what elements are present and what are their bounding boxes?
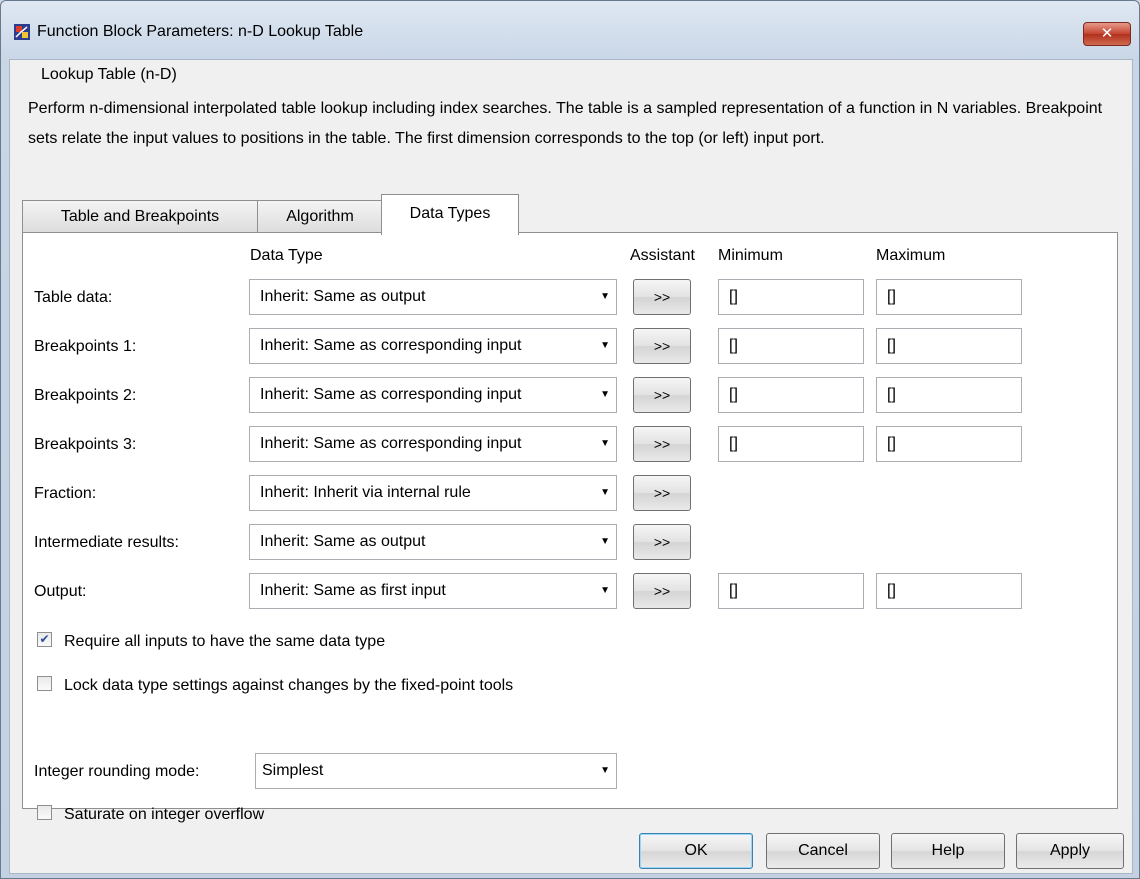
table-data-assistant-button[interactable]: >> xyxy=(633,279,691,315)
saturate-checkbox[interactable] xyxy=(37,805,52,821)
row-label-intermediate-results: Intermediate results: xyxy=(34,534,179,551)
output-minimum-input[interactable]: [] xyxy=(718,573,864,609)
block-description: Perform n-dimensional interpolated table… xyxy=(28,100,1103,147)
chevron-down-icon: ▼ xyxy=(600,487,610,498)
dropdown-value: Inherit: Same as output xyxy=(260,533,426,550)
chevron-down-icon: ▼ xyxy=(600,536,610,547)
dropdown-value: Inherit: Same as corresponding input xyxy=(260,386,522,403)
fraction-type-dropdown[interactable]: Inherit: Inherit via internal rule ▼ xyxy=(249,475,617,511)
rounding-mode-label: Integer rounding mode: xyxy=(34,763,200,780)
breakpoints-3-assistant-button[interactable]: >> xyxy=(633,426,691,462)
tab-algorithm[interactable]: Algorithm xyxy=(257,200,383,233)
tab-data-types[interactable]: Data Types xyxy=(381,194,519,235)
dialog-client: Lookup Table (n-D) Perform n-dimensional… xyxy=(9,59,1133,874)
require-same-type-checkbox-row[interactable]: ✔ Require all inputs to have the same dat… xyxy=(37,632,386,651)
chevron-down-icon: ▼ xyxy=(600,291,610,302)
help-button[interactable]: Help xyxy=(891,833,1005,869)
dropdown-value: Inherit: Same as corresponding input xyxy=(260,337,522,354)
breakpoints-3-minimum-input[interactable]: [] xyxy=(718,426,864,462)
column-header-minimum: Minimum xyxy=(718,247,783,264)
lock-settings-label: Lock data type settings against changes … xyxy=(64,677,514,694)
row-label-breakpoints-3: Breakpoints 3: xyxy=(34,436,137,453)
saturate-checkbox-row[interactable]: Saturate on integer overflow xyxy=(37,805,265,824)
close-button[interactable]: ✕ xyxy=(1083,22,1131,46)
breakpoints-2-maximum-input[interactable]: [] xyxy=(876,377,1022,413)
require-same-type-label: Require all inputs to have the same data… xyxy=(64,633,386,650)
breakpoints-3-type-dropdown[interactable]: Inherit: Same as corresponding input ▼ xyxy=(249,426,617,462)
cancel-button[interactable]: Cancel xyxy=(766,833,880,869)
dialog-window: Function Block Parameters: n-D Lookup Ta… xyxy=(0,0,1140,879)
breakpoints-3-maximum-input[interactable]: [] xyxy=(876,426,1022,462)
breakpoints-2-minimum-input[interactable]: [] xyxy=(718,377,864,413)
intermediate-results-assistant-button[interactable]: >> xyxy=(633,524,691,560)
tab-table-and-breakpoints[interactable]: Table and Breakpoints xyxy=(22,200,258,233)
fraction-assistant-button[interactable]: >> xyxy=(633,475,691,511)
column-header-maximum: Maximum xyxy=(876,247,946,264)
title-bar: Function Block Parameters: n-D Lookup Ta… xyxy=(1,1,1139,59)
close-icon: ✕ xyxy=(1100,25,1114,42)
group-title: Lookup Table (n-D) xyxy=(38,66,180,84)
chevron-down-icon: ▼ xyxy=(600,438,610,449)
chevron-down-icon: ▼ xyxy=(600,765,610,776)
rounding-mode-dropdown[interactable]: Simplest ▼ xyxy=(255,753,617,789)
breakpoints-2-type-dropdown[interactable]: Inherit: Same as corresponding input ▼ xyxy=(249,377,617,413)
output-maximum-input[interactable]: [] xyxy=(876,573,1022,609)
chevron-down-icon: ▼ xyxy=(600,585,610,596)
lock-settings-checkbox[interactable] xyxy=(37,676,52,692)
row-label-breakpoints-2: Breakpoints 2: xyxy=(34,387,137,404)
breakpoints-1-maximum-input[interactable]: [] xyxy=(876,328,1022,364)
row-label-fraction: Fraction: xyxy=(34,485,97,502)
dropdown-value: Inherit: Same as corresponding input xyxy=(260,435,522,452)
row-label-breakpoints-1: Breakpoints 1: xyxy=(34,338,137,355)
saturate-label: Saturate on integer overflow xyxy=(64,806,265,823)
ok-button[interactable]: OK xyxy=(639,833,753,869)
output-type-dropdown[interactable]: Inherit: Same as first input ▼ xyxy=(249,573,617,609)
window-title: Function Block Parameters: n-D Lookup Ta… xyxy=(37,23,364,40)
chevron-down-icon: ▼ xyxy=(600,340,610,351)
lock-settings-checkbox-row[interactable]: Lock data type settings against changes … xyxy=(37,676,514,695)
breakpoints-1-minimum-input[interactable]: [] xyxy=(718,328,864,364)
row-label-table-data: Table data: xyxy=(34,289,113,306)
table-data-type-dropdown[interactable]: Inherit: Same as output ▼ xyxy=(249,279,617,315)
dropdown-value: Inherit: Same as output xyxy=(260,288,426,305)
breakpoints-2-assistant-button[interactable]: >> xyxy=(633,377,691,413)
require-same-type-checkbox[interactable]: ✔ xyxy=(37,632,52,648)
data-types-panel: Data Type Assistant Minimum Maximum Tabl… xyxy=(22,232,1118,823)
dropdown-value: Inherit: Inherit via internal rule xyxy=(260,484,471,501)
dropdown-value: Simplest xyxy=(262,762,324,779)
column-header-assistant: Assistant xyxy=(630,247,695,264)
table-data-minimum-input[interactable]: [] xyxy=(718,279,864,315)
table-data-maximum-input[interactable]: [] xyxy=(876,279,1022,315)
simulink-icon xyxy=(13,23,31,41)
column-header-data-type: Data Type xyxy=(250,247,323,264)
breakpoints-1-assistant-button[interactable]: >> xyxy=(633,328,691,364)
dropdown-value: Inherit: Same as first input xyxy=(260,582,446,599)
row-label-output: Output: xyxy=(34,583,87,600)
apply-button[interactable]: Apply xyxy=(1016,833,1124,869)
output-assistant-button[interactable]: >> xyxy=(633,573,691,609)
intermediate-results-type-dropdown[interactable]: Inherit: Same as output ▼ xyxy=(249,524,617,560)
breakpoints-1-type-dropdown[interactable]: Inherit: Same as corresponding input ▼ xyxy=(249,328,617,364)
chevron-down-icon: ▼ xyxy=(600,389,610,400)
